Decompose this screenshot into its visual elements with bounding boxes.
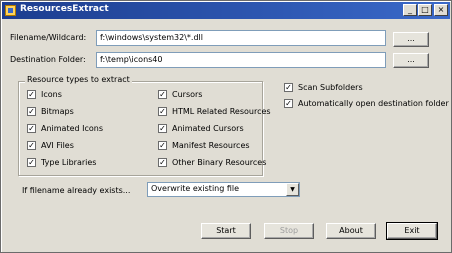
exists-label: If filename already exists... [22,186,131,195]
checkbox-cursors[interactable]: ✓ [158,90,167,99]
label-animated-icons: Animated Icons [41,124,104,133]
exit-button-label: Exit [404,226,420,235]
label-type-libraries: Type Libraries [41,158,97,167]
window-title: ResourcesExtract [20,4,109,14]
maximize-button[interactable]: □ [418,4,432,16]
destination-label: Destination Folder: [10,55,86,64]
stop-button-label: Stop [279,226,299,235]
checkbox-html-related[interactable]: ✓ [158,107,167,116]
label-avi-files: AVI Files [41,141,74,150]
filename-input[interactable]: f:\windows\system32\*.dll [96,30,386,46]
destination-browse-button[interactable]: ... [393,53,429,68]
checkbox-animated-icons[interactable]: ✓ [27,124,36,133]
title-bar[interactable]: ResourcesExtract _ □ × [2,2,450,19]
app-icon [5,5,16,16]
label-manifest: Manifest Resources [172,141,250,150]
minimize-button[interactable]: _ [403,4,417,16]
checkbox-avi-files[interactable]: ✓ [27,141,36,150]
checkbox-animated-cursors[interactable]: ✓ [158,124,167,133]
checkbox-bitmaps[interactable]: ✓ [27,107,36,116]
start-button-label: Start [216,226,236,235]
exists-dropdown-value: Overwrite existing file [151,184,240,193]
label-icons: Icons [41,90,62,99]
exit-button[interactable]: Exit [386,222,438,240]
checkbox-icons[interactable]: ✓ [27,90,36,99]
filename-browse-button[interactable]: ... [393,32,429,47]
stop-button[interactable]: Stop [264,223,314,239]
close-button[interactable]: × [434,4,448,16]
label-scan-subfolders: Scan Subfolders [298,83,363,92]
label-animated-cursors: Animated Cursors [172,124,244,133]
label-auto-open: Automatically open destination folder [298,99,449,108]
chevron-down-icon[interactable]: ▼ [286,183,299,196]
label-bitmaps: Bitmaps [41,107,74,116]
checkbox-auto-open[interactable]: ✓ [284,99,293,108]
about-button[interactable]: About [326,223,376,239]
start-button[interactable]: Start [201,223,251,239]
checkbox-manifest[interactable]: ✓ [158,141,167,150]
label-other-binary: Other Binary Resources [172,158,267,167]
label-cursors: Cursors [172,90,203,99]
checkbox-scan-subfolders[interactable]: ✓ [284,83,293,92]
main-window: ResourcesExtract _ □ × Filename/Wildcard… [0,0,452,253]
filename-label: Filename/Wildcard: [10,33,87,42]
exists-dropdown[interactable]: Overwrite existing file ▼ [147,182,300,197]
resource-types-title: Resource types to extract [25,75,132,84]
about-button-label: About [339,226,363,235]
checkbox-other-binary[interactable]: ✓ [158,158,167,167]
checkbox-type-libraries[interactable]: ✓ [27,158,36,167]
destination-input[interactable]: f:\temp\icons40 [96,52,386,68]
label-html-related: HTML Related Resources [172,107,271,116]
